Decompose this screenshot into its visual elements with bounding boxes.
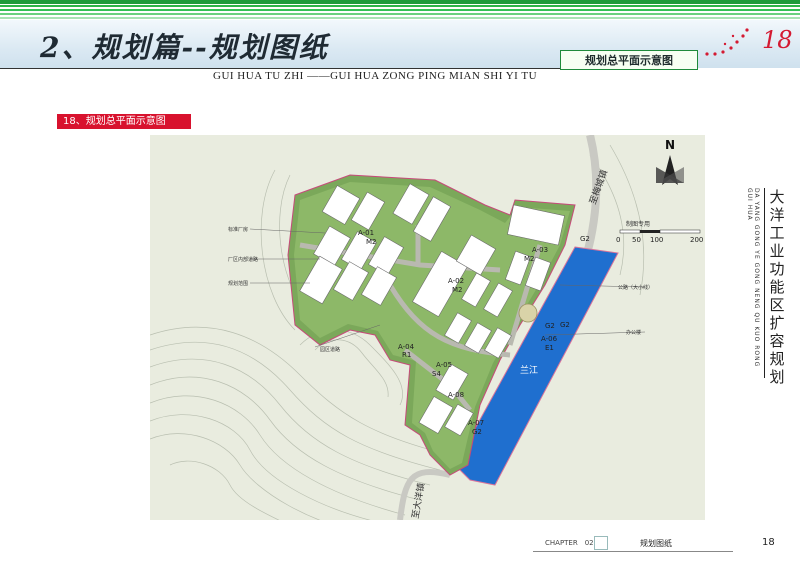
river-label: 兰江 <box>520 364 538 376</box>
legend-office: 办公楼 <box>626 329 641 336</box>
page-badge: 18 <box>762 26 793 54</box>
plot-a04-sub: R1 <box>402 351 411 359</box>
page-title: 2、规划篇--规划图纸 <box>40 31 329 64</box>
plot-a03: A-03 <box>532 246 548 254</box>
north-label: N <box>665 138 675 152</box>
side-code-3: G2 <box>560 321 570 329</box>
scale-caption: 制图专用 <box>626 220 650 228</box>
header-box-label: 规划总平面示意图 <box>585 54 673 67</box>
scale-tick-50: 50 <box>632 236 641 244</box>
footer-chapter: CHAPTER 02 <box>545 539 594 547</box>
side-divider <box>764 188 765 378</box>
footer-label: 规划图纸 <box>640 539 672 548</box>
plot-a03-sub: M2 <box>524 255 535 263</box>
plot-a05: A-05 <box>436 361 452 369</box>
plot-a02-sub: M2 <box>452 286 463 294</box>
road-label-north: 至梅城镇 <box>587 168 611 206</box>
plot-a08: A-08 <box>448 391 464 399</box>
legend-internal-road: 厂区内部道路 <box>228 256 258 263</box>
scale-tick-0: 0 <box>616 236 620 244</box>
plot-a07-sub: G2 <box>472 428 482 436</box>
header-box: 规划总平面示意图 <box>560 50 698 70</box>
scale-tick-200: 200 <box>690 236 703 244</box>
master-plan-drawing: N 制图专用 0 50 100 200 至梅城镇 至大洋镇 兰江 标准厂房 厂区… <box>150 135 703 520</box>
road-label-south: 至大洋镇 <box>409 482 427 520</box>
north-arrow-icon <box>656 155 684 185</box>
legend-plan-scope: 规划范围 <box>228 280 248 287</box>
plot-a04: A-04 <box>398 343 415 351</box>
decorative-dots-icon <box>705 28 749 56</box>
section-tag: 18、规划总平面示意图 <box>57 114 191 129</box>
plot-a06: A-06 <box>541 335 558 343</box>
header-divider <box>0 68 560 69</box>
footer-mark-icon <box>594 536 608 550</box>
scale-bar <box>619 229 701 234</box>
plot-a01-sub: M2 <box>366 238 377 246</box>
side-title-cn: 大洋工业功能区扩容规划 <box>769 188 785 386</box>
plot-a05-sub: S4 <box>432 370 441 378</box>
plot-a07: A-07 <box>468 419 484 427</box>
footer-page-number: 18 <box>762 537 775 548</box>
plot-a06-sub: E1 <box>545 344 554 352</box>
scale-tick-100: 100 <box>650 236 663 244</box>
master-plan-map: N 制图专用 0 50 100 200 至梅城镇 至大洋镇 兰江 标准厂房 厂区… <box>150 135 705 520</box>
legend-standard-factory: 标准厂房 <box>228 226 248 233</box>
side-code-1: G2 <box>580 235 590 243</box>
page-subtitle: GUI HUA TU ZHI ——GUI HUA ZONG PING MIAN … <box>213 70 538 82</box>
legend-highway: 公路（大小线） <box>618 284 653 291</box>
side-title-en: DA YANG GONG YE GONG NENG QU KUO RONG GU… <box>746 188 760 368</box>
plot-a02: A-02 <box>448 277 464 285</box>
legend-park-road: 园区道路 <box>320 346 340 353</box>
side-code-2: G2 <box>545 322 555 330</box>
plot-a01: A-01 <box>358 229 374 237</box>
plaza <box>518 303 538 323</box>
header-stripes <box>0 0 800 20</box>
